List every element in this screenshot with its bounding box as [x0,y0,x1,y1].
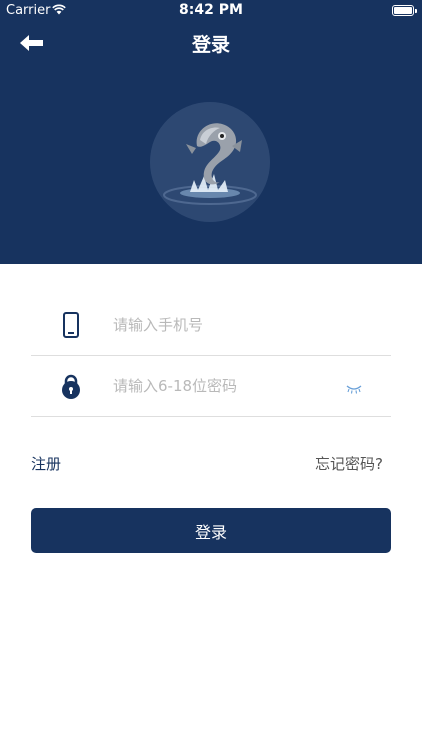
header: Carrier 8:42 PM 登录 [0,0,422,264]
battery-icon [392,5,417,16]
phone-input[interactable] [113,313,343,337]
app-logo [150,102,270,222]
lock-icon [59,372,83,400]
mobile-phone-icon [59,311,83,339]
password-input[interactable] [113,374,343,398]
eye-closed-icon[interactable] [345,380,363,394]
status-bar: Carrier 8:42 PM [0,0,422,22]
password-field [31,356,391,417]
page-title: 登录 [191,34,230,56]
register-link[interactable]: 注册 [31,453,61,474]
forgot-password-link[interactable]: 忘记密码? [315,453,383,474]
login-button[interactable]: 登录 [31,508,391,553]
phone-field [31,295,391,356]
clock: 8:42 PM [179,2,243,18]
